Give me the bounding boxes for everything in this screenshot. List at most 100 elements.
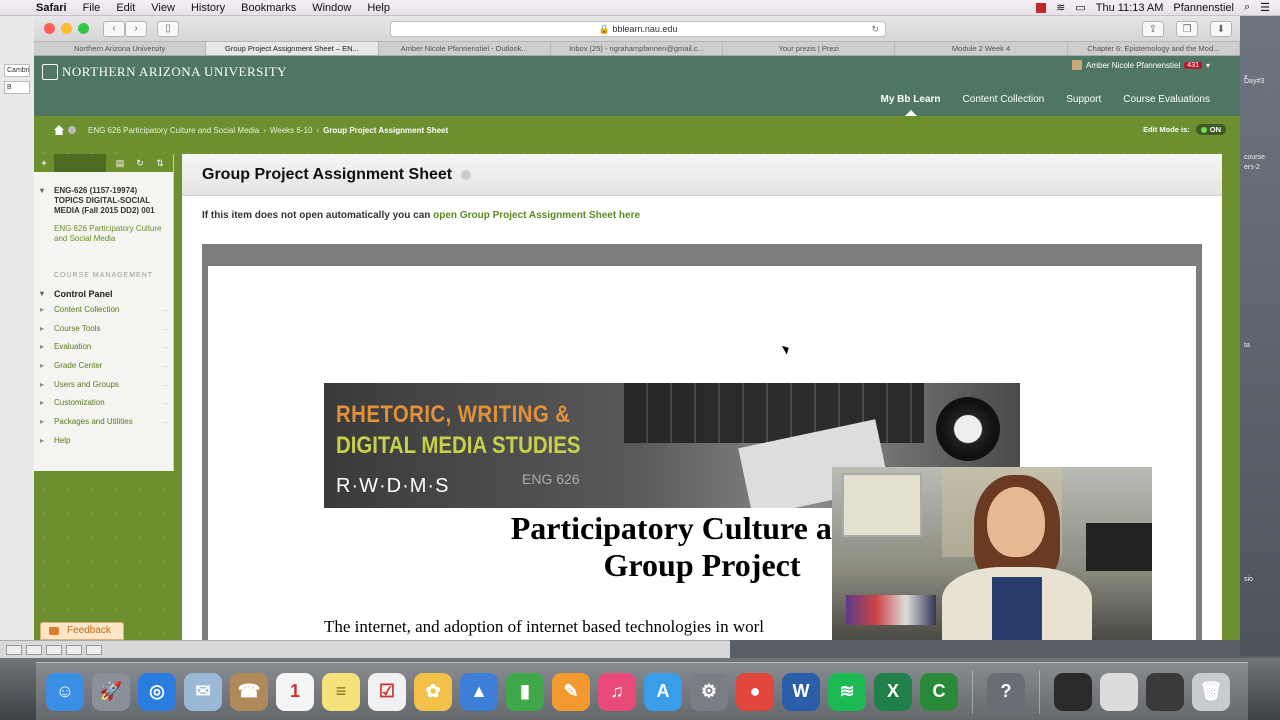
menu-help[interactable]: Help <box>359 2 398 14</box>
browser-tab[interactable]: Your prezis | Prezi <box>723 42 896 55</box>
browser-tab[interactable]: Group Project Assignment Sheet – EN... <box>206 42 379 55</box>
word-icon[interactable]: W <box>782 672 820 711</box>
menu-bookmarks[interactable]: Bookmarks <box>233 2 304 14</box>
breadcrumb-course[interactable]: ENG 626 Participatory Culture and Social… <box>88 126 259 135</box>
reorder-icon[interactable]: ⇅ <box>150 158 170 169</box>
menu-history[interactable]: History <box>183 2 233 14</box>
control-panel-item[interactable]: Grade Center → <box>34 357 173 376</box>
edit-mode-toggle[interactable]: ON <box>1195 124 1226 135</box>
share-button[interactable]: ⇪ <box>1142 21 1164 37</box>
nav-my-bb-learn[interactable]: My Bb Learn <box>881 94 941 116</box>
sidebar-toggle-button[interactable]: ▯ <box>157 20 179 37</box>
add-menu-item-button[interactable]: + <box>34 158 54 168</box>
control-panel-item[interactable]: Course Tools → <box>34 320 173 339</box>
course-menu-search[interactable] <box>54 154 106 172</box>
reload-icon[interactable]: ↻ <box>871 22 879 36</box>
launchpad-icon[interactable]: 🚀 <box>92 672 130 711</box>
folder-view-icon[interactable]: ▤ <box>110 158 130 169</box>
control-panel-item[interactable]: Users and Groups → <box>34 376 173 395</box>
home-icon[interactable] <box>54 125 64 135</box>
nau-logo-text: NORTHERN ARIZONA UNIVERSITY <box>62 64 288 79</box>
address-bar[interactable]: 🔒 bblearn.nau.edu ↻ <box>390 21 886 37</box>
nau-logo[interactable]: NORTHERN ARIZONA UNIVERSITY <box>42 64 287 80</box>
desktop-right-text-2: ers-2 <box>1244 164 1260 171</box>
keynote-icon[interactable]: ▲ <box>460 672 498 711</box>
wifi-icon[interactable]: ≋ <box>1056 1 1065 14</box>
options-chevron-icon[interactable] <box>460 169 471 180</box>
course-title[interactable]: ENG-626 (1157-19974) TOPICS DIGITAL-SOCI… <box>34 172 173 216</box>
notification-badge: 431 <box>1184 61 1202 69</box>
view-icon[interactable] <box>86 644 102 655</box>
breadcrumb-folder[interactable]: Weeks 6-10 <box>270 126 313 135</box>
menubar-user[interactable]: Pfannenstiel <box>1173 2 1234 14</box>
menu-view[interactable]: View <box>143 2 183 14</box>
zoom-window-button[interactable] <box>78 23 89 34</box>
window-thumb-1-icon[interactable] <box>1054 672 1092 711</box>
control-panel-item[interactable]: Packages and Utilities → <box>34 413 173 432</box>
control-panel-item[interactable]: Customization → <box>34 394 173 413</box>
menubar-clock[interactable]: Thu 11:13 AM <box>1096 2 1164 14</box>
calendar-icon[interactable]: 1 <box>276 672 314 711</box>
forward-button[interactable]: › <box>125 20 147 37</box>
nav-content-collection[interactable]: Content Collection <box>963 94 1045 105</box>
safari-icon[interactable]: ◎ <box>138 672 176 711</box>
view-icon[interactable] <box>6 644 22 655</box>
menu-app-name[interactable]: Safari <box>28 2 75 14</box>
desktop-right-sliver: x Day#3 course ers-2 ta sio <box>1240 16 1280 656</box>
open-notice: If this item does not open automatically… <box>182 196 1222 221</box>
window-thumb-3-icon[interactable] <box>1146 672 1184 711</box>
contacts-icon[interactable]: ☎ <box>230 672 268 711</box>
tab-overview-button[interactable]: ❐ <box>1176 21 1198 37</box>
view-icon[interactable] <box>46 644 62 655</box>
window-thumb-2-icon[interactable] <box>1100 672 1138 711</box>
finder-icon[interactable]: ☺ <box>46 672 84 711</box>
refresh-icon[interactable]: ↻ <box>130 158 150 169</box>
breadcrumb-menu-icon[interactable] <box>68 126 76 134</box>
camtasia-icon[interactable]: C <box>920 672 958 711</box>
app-store-icon[interactable]: A <box>644 672 682 711</box>
chrome-icon[interactable]: ● <box>736 672 774 711</box>
notification-center-icon[interactable]: ☰ <box>1260 1 1270 14</box>
course-subtitle-link[interactable]: ENG 626 Participatory Culture and Social… <box>34 216 173 244</box>
control-panel-item[interactable]: Evaluation → <box>34 338 173 357</box>
help-icon[interactable]: ? <box>987 672 1025 711</box>
control-panel-heading[interactable]: Control Panel <box>34 279 173 301</box>
menu-window[interactable]: Window <box>304 2 359 14</box>
open-document-link[interactable]: open Group Project Assignment Sheet here <box>433 210 640 221</box>
nav-support[interactable]: Support <box>1066 94 1101 105</box>
feedback-button[interactable]: Feedback <box>40 622 124 640</box>
view-icon[interactable] <box>66 644 82 655</box>
control-panel-item[interactable]: Content Collection → <box>34 301 173 320</box>
itunes-icon[interactable]: ♫ <box>598 672 636 711</box>
system-preferences-icon[interactable]: ⚙ <box>690 672 728 711</box>
menu-edit[interactable]: Edit <box>108 2 143 14</box>
spotify-icon[interactable]: ≋ <box>828 672 866 711</box>
control-panel-item[interactable]: Help <box>34 432 173 451</box>
user-menu[interactable]: Amber Nicole Pfannenstiel 431 ▾ <box>1072 60 1210 70</box>
browser-tab[interactable]: Northern Arizona University <box>34 42 207 55</box>
minimize-window-button[interactable] <box>61 23 72 34</box>
menu-file[interactable]: File <box>75 2 109 14</box>
photos-icon[interactable]: ✿ <box>414 672 452 711</box>
browser-tab[interactable]: Inbox (25) - ngrahampfannen@gmail.c... <box>551 42 724 55</box>
reminders-icon[interactable]: ☑ <box>368 672 406 711</box>
browser-tab[interactable]: Amber Nicole Pfannenstiel - Outlook... <box>379 42 551 55</box>
browser-tab[interactable]: Chapter 6: Epistemology and the Mod... <box>1068 42 1240 55</box>
nav-course-evaluations[interactable]: Course Evaluations <box>1123 94 1210 105</box>
back-button[interactable]: ‹ <box>103 20 125 37</box>
notes-icon[interactable]: ≡ <box>322 672 360 711</box>
view-icon[interactable] <box>26 644 42 655</box>
record-status-icon[interactable] <box>1036 2 1047 13</box>
close-window-button[interactable] <box>44 23 55 34</box>
pages-icon[interactable]: ✎ <box>552 672 590 711</box>
dock-separator <box>1039 669 1040 714</box>
webcam-monitor <box>1086 523 1152 571</box>
battery-icon[interactable]: ▭ <box>1075 1 1085 14</box>
mail-icon[interactable]: ✉ <box>184 672 222 711</box>
numbers-icon[interactable]: ▮ <box>506 672 544 711</box>
excel-icon[interactable]: X <box>874 672 912 711</box>
spotlight-icon[interactable]: ⌕ <box>1244 1 1250 14</box>
trash-icon[interactable]: 🗑 <box>1192 672 1230 711</box>
downloads-button[interactable]: ⬇ <box>1210 21 1232 37</box>
browser-tab[interactable]: Module 2 Week 4 <box>895 42 1068 55</box>
